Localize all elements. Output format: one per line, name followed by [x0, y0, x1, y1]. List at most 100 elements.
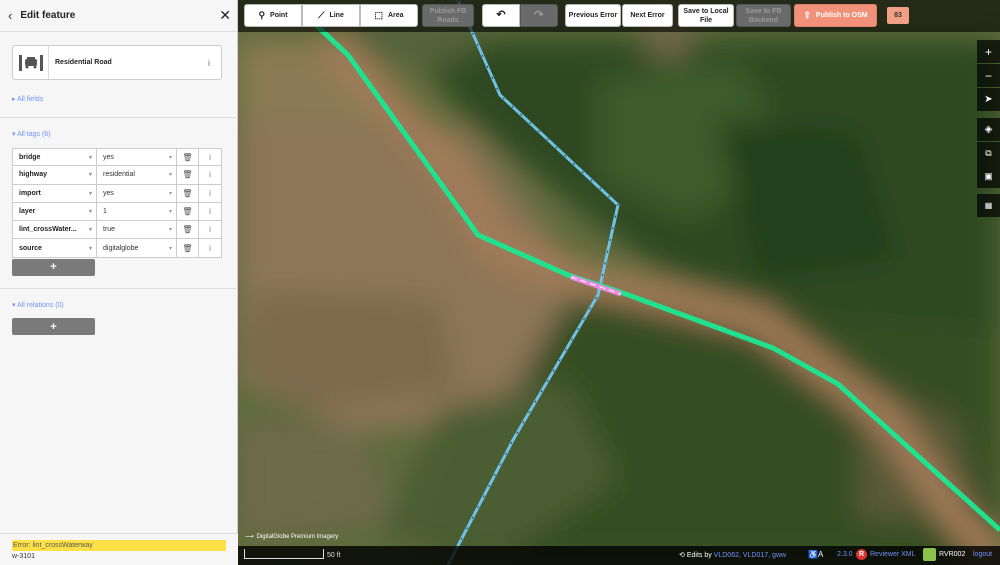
tag-value-text: true	[103, 226, 116, 234]
edits-users-link[interactable]: VLD062, VLD017, gww	[714, 552, 786, 559]
preset-button[interactable]: Residential Road i	[12, 45, 222, 80]
close-icon[interactable]: ✕	[219, 7, 231, 24]
previous-error-button[interactable]: Previous Error	[565, 4, 621, 27]
footer-bar: 50 ft ⟲ Edits by VLD062, VLD017, gww ♿A …	[238, 546, 1000, 565]
chevron-down-icon: ▾	[168, 245, 172, 252]
tag-key-input[interactable]: layer ▾	[13, 202, 97, 221]
tag-editor: bridge ▾ yes ▾ 🗑 i highway ▾ residential ▾ 🗑…	[12, 148, 222, 276]
area-icon: ⬚	[374, 10, 383, 20]
map-data-icon[interactable]: ⧉	[977, 142, 1000, 165]
line-label: Line	[329, 12, 344, 19]
trash-icon[interactable]: 🗑	[177, 221, 199, 239]
add-tag-button[interactable]: +	[12, 258, 95, 276]
trash-icon[interactable]: 🗑	[177, 184, 199, 202]
accessibility-icon[interactable]: ♿A	[808, 550, 823, 559]
publish-osm-button[interactable]: ⇪ Publish to OSM	[794, 4, 877, 27]
error-message: Error: lint_crossWaterway	[12, 540, 226, 551]
tag-key-text: lint_crossWater...	[19, 226, 77, 234]
trash-icon[interactable]: 🗑	[177, 239, 199, 257]
edits-prefix: Edits by	[686, 552, 712, 559]
all-fields-label: All fields	[17, 96, 44, 103]
tag-value-input[interactable]: digitalglobe ▾	[97, 239, 177, 257]
tag-value-input[interactable]: true ▾	[97, 221, 177, 239]
tag-value-text: digitalglobe	[103, 244, 139, 252]
tag-key-input[interactable]: source ▾	[13, 239, 97, 257]
undo-icon[interactable]: ↶	[482, 4, 520, 27]
publish-osm-label: Publish to OSM	[815, 12, 868, 19]
save-fb-backend-button[interactable]: Save to FB Backend	[736, 4, 791, 27]
all-relations-label: All relations (0)	[17, 302, 64, 309]
info-icon[interactable]: i	[199, 239, 221, 256]
scale-bar[interactable]	[244, 549, 324, 559]
tag-row: bridge ▾ yes ▾ 🗑 i	[12, 148, 222, 167]
tag-value-input[interactable]: yes ▾	[97, 149, 177, 166]
digitalglobe-logo-icon: ⟶	[245, 534, 254, 540]
trash-icon[interactable]: 🗑	[177, 149, 199, 166]
line-icon: ⟋	[318, 10, 325, 20]
imagery-attribution[interactable]: ⟶ DigitalGlobe Premium Imagery	[245, 533, 338, 541]
zoom-in-button[interactable]: +	[977, 40, 1000, 63]
tag-row: lint_crossWater... ▾ true ▾ 🗑 i	[12, 221, 222, 240]
save-local-button[interactable]: Save to Local File	[678, 4, 734, 27]
info-icon[interactable]: i	[199, 185, 221, 202]
user-info[interactable]: RVR002	[923, 548, 965, 561]
add-point-button[interactable]: ⚲ Point	[244, 4, 302, 27]
tag-value-text: residential	[103, 171, 135, 179]
next-error-button[interactable]: Next Error	[622, 4, 673, 27]
tag-key-text: highway	[19, 171, 48, 179]
publish-fb-roads-button[interactable]: Publish FB Roads	[422, 4, 474, 27]
tag-key-input[interactable]: bridge ▾	[13, 149, 97, 166]
add-area-button[interactable]: ⬚ Area	[360, 4, 418, 27]
redo-icon[interactable]: ↷	[520, 4, 558, 27]
layers-icon[interactable]: ◈	[977, 118, 1000, 141]
chevron-down-icon: ▾	[88, 154, 92, 161]
zoom-out-button[interactable]: −	[977, 64, 1000, 87]
divider	[0, 288, 238, 289]
reviewer-icon: R	[856, 549, 867, 560]
tag-value-input[interactable]: yes ▾	[97, 184, 177, 202]
tag-key-text: layer	[19, 208, 36, 216]
issues-icon[interactable]: ▣	[977, 165, 1000, 188]
reviewer-label: Reviewer XML	[870, 551, 916, 558]
tag-key-text: import	[19, 189, 41, 197]
logout-link[interactable]: logout	[973, 551, 992, 558]
trash-icon[interactable]: 🗑	[177, 166, 199, 184]
edits-info: ⟲ Edits by VLD062, VLD017, gww	[679, 551, 786, 559]
reviewer-xml[interactable]: R Reviewer XML	[856, 549, 916, 560]
chevron-down-icon: ▾	[88, 190, 92, 197]
locate-icon[interactable]: ➤	[977, 88, 1000, 111]
point-label: Point	[270, 12, 288, 19]
tag-row: highway ▾ residential ▾ 🗑 i	[12, 166, 222, 185]
tag-key-input[interactable]: lint_crossWater... ▾	[13, 221, 97, 239]
chevron-down-icon: ▾	[168, 154, 172, 161]
tag-key-input[interactable]: import ▾	[13, 184, 97, 202]
all-tags-toggle[interactable]: ▾ All tags (6)	[12, 130, 51, 138]
satellite-imagery	[238, 0, 1000, 565]
road-preset-icon	[13, 46, 49, 79]
all-fields-toggle[interactable]: ▸ All fields	[12, 95, 43, 103]
add-relation-button[interactable]: +	[12, 318, 95, 335]
tag-row: source ▾ digitalglobe ▾ 🗑 i	[12, 239, 222, 258]
info-icon[interactable]: i	[199, 203, 221, 220]
history-icon: ⟲	[679, 552, 685, 559]
info-icon[interactable]: i	[197, 58, 221, 68]
tag-key-input[interactable]: highway ▾	[13, 166, 97, 184]
info-icon[interactable]: i	[199, 221, 221, 238]
help-icon[interactable]: ▦	[977, 194, 1000, 217]
tag-value-text: 1	[103, 208, 107, 216]
back-chevron-icon[interactable]: ‹	[8, 8, 12, 23]
tag-value-input[interactable]: 1 ▾	[97, 202, 177, 221]
tag-row: layer ▾ 1 ▾ 🗑 i	[12, 202, 222, 222]
add-line-button[interactable]: ⟋ Line	[302, 4, 360, 27]
top-toolbar: ⚲ Point ⟋ Line ⬚ Area Publish FB Roads ↶ ↷ …	[238, 0, 1000, 32]
chevron-down-icon: ▾	[168, 190, 172, 197]
tag-value-input[interactable]: residential ▾	[97, 166, 177, 184]
map-canvas[interactable]: + − ➤ ◈ ⧉ ▣ ▦ ⟶ DigitalGlobe Premium Ima…	[238, 0, 1000, 565]
info-icon[interactable]: i	[199, 149, 221, 165]
version-link[interactable]: 2.3.0	[837, 551, 853, 558]
all-relations-toggle[interactable]: ▾ All relations (0)	[12, 301, 64, 309]
chevron-down-icon: ▾	[168, 209, 172, 216]
area-label: Area	[387, 12, 404, 19]
info-icon[interactable]: i	[199, 166, 221, 183]
trash-icon[interactable]: 🗑	[177, 202, 199, 221]
